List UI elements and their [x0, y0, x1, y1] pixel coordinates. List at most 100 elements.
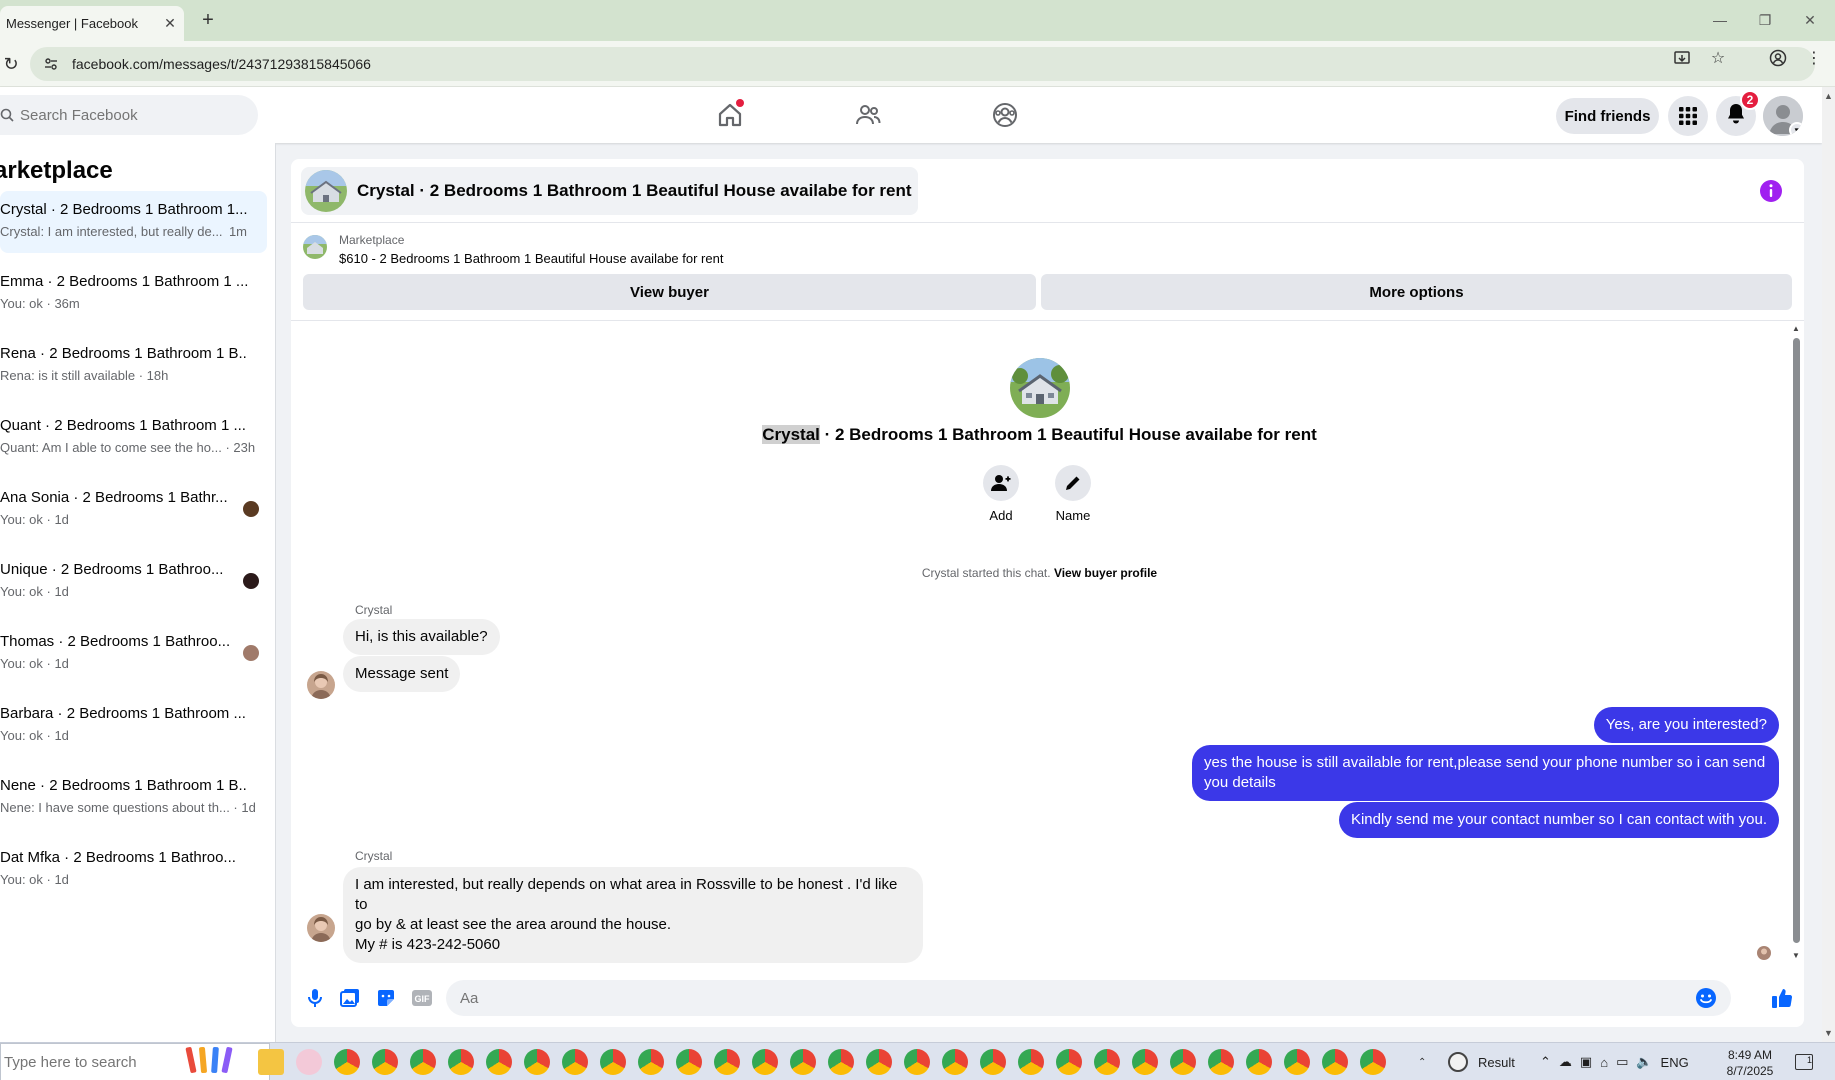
network-icon[interactable]: ▭	[1616, 1054, 1628, 1070]
chrome-icon[interactable]	[942, 1049, 968, 1075]
message-input[interactable]	[460, 989, 1680, 1007]
emoji-icon[interactable]	[1695, 987, 1717, 1009]
conversation-item[interactable]: Barbara · 2 Bedrooms 1 Bathroom ... You:…	[0, 695, 267, 757]
bookmark-star-icon[interactable]: ☆	[1707, 47, 1729, 69]
add-action[interactable]: Add	[971, 465, 1031, 523]
outgoing-message[interactable]: yes the house is still available for ren…	[1192, 745, 1779, 801]
volume-icon[interactable]: 🔈	[1636, 1054, 1652, 1070]
view-buyer-profile-link[interactable]: View buyer profile	[1054, 566, 1157, 580]
close-window-icon[interactable]: ✕	[1795, 8, 1825, 32]
profile-icon[interactable]	[1767, 47, 1789, 69]
photo-icon[interactable]	[339, 987, 361, 1009]
incoming-message[interactable]: I am interested, but really depends on w…	[343, 867, 923, 963]
chrome-icon[interactable]	[372, 1049, 398, 1075]
file-explorer-icon[interactable]	[258, 1049, 284, 1075]
view-buyer-button[interactable]: View buyer	[303, 274, 1036, 310]
incoming-message[interactable]: Message sent	[343, 656, 461, 692]
pencil-icon[interactable]	[1055, 465, 1091, 501]
conversation-item[interactable]: Emma · 2 Bedrooms 1 Bathroom 1 ... You: …	[0, 263, 267, 325]
outgoing-message[interactable]: Kindly send me your contact number so I …	[1338, 802, 1779, 838]
chrome-icon[interactable]	[828, 1049, 854, 1075]
chrome-icon[interactable]	[448, 1049, 474, 1075]
conversation-item[interactable]: Unique · 2 Bedrooms 1 Bathroo... You: ok…	[0, 551, 267, 613]
notification-center-icon[interactable]: 1	[1795, 1043, 1813, 1080]
chrome-icon[interactable]	[638, 1049, 664, 1075]
conversation-item[interactable]: Nene · 2 Bedrooms 1 Bathroom 1 B... Nene…	[0, 767, 267, 829]
chrome-icon[interactable]	[904, 1049, 930, 1075]
add-person-icon[interactable]	[983, 465, 1019, 501]
minimize-icon[interactable]: —	[1705, 8, 1735, 32]
friends-icon[interactable]	[848, 95, 888, 135]
usb-icon[interactable]: ⌂	[1600, 1055, 1608, 1070]
display-icon[interactable]: ▣	[1580, 1054, 1592, 1070]
chrome-icon[interactable]	[1360, 1049, 1386, 1075]
weather-widget[interactable]: Result	[1448, 1043, 1515, 1080]
omnibox[interactable]: facebook.com/messages/t/2437129381584506…	[30, 47, 1815, 81]
chrome-icon[interactable]	[1094, 1049, 1120, 1075]
scroll-up-icon[interactable]: ▲	[1792, 324, 1800, 333]
chat-scrollbar[interactable]: ▲ ▼	[1789, 322, 1803, 962]
install-app-icon[interactable]	[1671, 47, 1693, 69]
reload-icon[interactable]: ↻	[0, 53, 22, 75]
name-action[interactable]: Name	[1043, 465, 1103, 523]
search-input[interactable]	[20, 106, 240, 124]
gif-icon[interactable]: GIF	[411, 987, 433, 1009]
chrome-icon[interactable]	[752, 1049, 778, 1075]
chrome-icon[interactable]	[334, 1049, 360, 1075]
conversation-item[interactable]: Thomas · 2 Bedrooms 1 Bathroo... You: ok…	[0, 623, 267, 685]
browser-tab[interactable]: Messenger | Facebook ✕	[0, 6, 184, 41]
taskbar-search[interactable]	[0, 1043, 270, 1080]
chrome-icon[interactable]	[1322, 1049, 1348, 1075]
new-tab-button[interactable]: +	[196, 8, 220, 32]
restore-icon[interactable]: ❐	[1750, 8, 1780, 32]
home-icon[interactable]	[710, 95, 750, 135]
chrome-icon[interactable]	[1132, 1049, 1158, 1075]
incoming-message[interactable]: Hi, is this available?	[343, 619, 500, 655]
language-indicator[interactable]: ENG	[1661, 1055, 1689, 1070]
chrome-icon[interactable]	[676, 1049, 702, 1075]
chrome-icon[interactable]	[562, 1049, 588, 1075]
more-options-button[interactable]: More options	[1041, 274, 1792, 310]
close-tab-icon[interactable]: ✕	[162, 15, 178, 32]
chrome-icon[interactable]	[486, 1049, 512, 1075]
chrome-icon[interactable]	[866, 1049, 892, 1075]
message-input-wrap[interactable]	[446, 980, 1731, 1016]
notifications-button[interactable]: 2	[1716, 90, 1760, 136]
chat-title-button[interactable]: Crystal · 2 Bedrooms 1 Bathroom 1 Beauti…	[301, 167, 918, 215]
chrome-icon[interactable]	[410, 1049, 436, 1075]
outgoing-message[interactable]: Yes, are you interested?	[1593, 707, 1779, 743]
chrome-icon[interactable]	[1170, 1049, 1196, 1075]
chrome-icon[interactable]	[790, 1049, 816, 1075]
thumbs-up-icon[interactable]	[1771, 987, 1793, 1009]
taskbar-clock[interactable]: 8:49 AM 8/7/2025	[1718, 1047, 1782, 1079]
chrome-icon[interactable]	[1246, 1049, 1272, 1075]
page-scrollbar[interactable]: ▲ ▼	[1822, 87, 1835, 1042]
scroll-thumb[interactable]	[1793, 338, 1800, 943]
conversation-item[interactable]: Quant · 2 Bedrooms 1 Bathroom 1 ... Quan…	[0, 407, 267, 469]
onedrive-icon[interactable]: ☁	[1559, 1054, 1572, 1070]
groups-icon[interactable]	[985, 95, 1025, 135]
chrome-icon[interactable]	[1208, 1049, 1234, 1075]
chrome-icon[interactable]	[714, 1049, 740, 1075]
microphone-icon[interactable]	[304, 987, 326, 1009]
scroll-down-icon[interactable]: ▼	[1792, 951, 1800, 960]
conversation-item[interactable]: Crystal · 2 Bedrooms 1 Bathroom 1... Cry…	[0, 191, 267, 253]
menu-grid-icon[interactable]	[1668, 96, 1708, 136]
scroll-up-icon[interactable]: ▲	[1824, 91, 1833, 101]
chrome-icon[interactable]	[1284, 1049, 1310, 1075]
facebook-search[interactable]	[0, 95, 258, 135]
info-icon[interactable]	[1759, 179, 1783, 203]
chrome-icon[interactable]	[980, 1049, 1006, 1075]
conversation-item[interactable]: Ana Sonia · 2 Bedrooms 1 Bathr... You: o…	[0, 479, 267, 541]
chrome-icon[interactable]	[524, 1049, 550, 1075]
account-avatar[interactable]: ▼	[1763, 96, 1803, 136]
snipping-tool-icon[interactable]	[296, 1049, 322, 1075]
sticker-icon[interactable]	[375, 987, 397, 1009]
chrome-icon[interactable]	[600, 1049, 626, 1075]
tray-chevron-up-icon[interactable]: ⌃	[1540, 1054, 1551, 1070]
kebab-menu-icon[interactable]: ⋮	[1803, 47, 1825, 69]
scroll-down-icon[interactable]: ▼	[1824, 1028, 1833, 1038]
conversation-item[interactable]: Rena · 2 Bedrooms 1 Bathroom 1 B... Rena…	[0, 335, 267, 397]
taskbar-search-input[interactable]	[4, 1053, 174, 1071]
chrome-icon[interactable]	[1018, 1049, 1044, 1075]
